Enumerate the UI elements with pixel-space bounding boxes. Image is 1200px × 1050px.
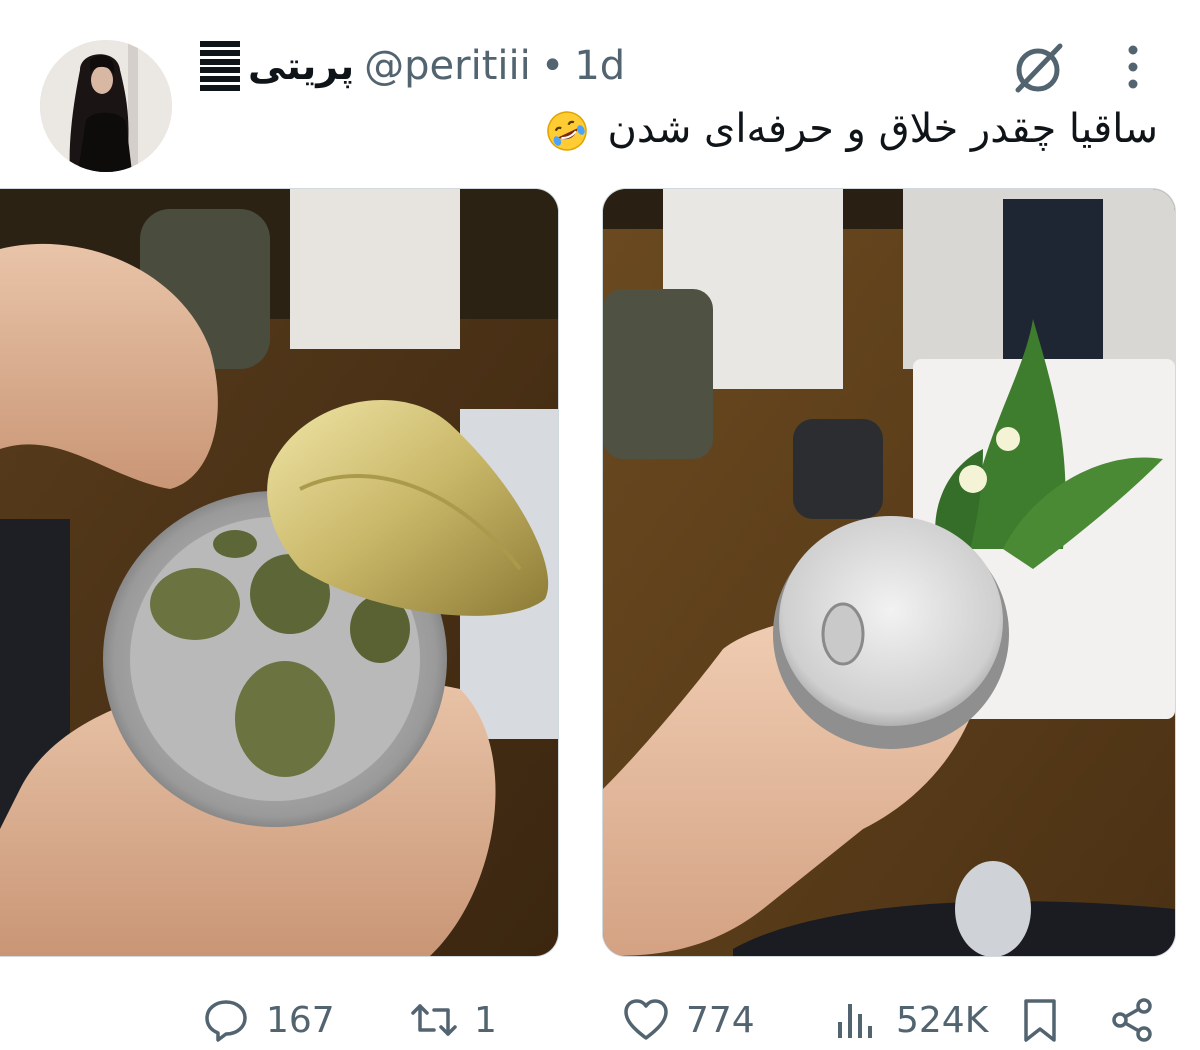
reply-count: 167: [266, 999, 335, 1041]
share-button[interactable]: [1108, 990, 1156, 1050]
reply-icon: [205, 1000, 247, 1042]
post-card[interactable]: پریتی @peritiii • 1d ساقیا چقدر خلاق و ح…: [0, 0, 1200, 1042]
like-button[interactable]: 774: [622, 990, 755, 1050]
more-options-icon[interactable]: [1116, 42, 1150, 92]
repost-icon: [411, 1004, 457, 1036]
repost-count: 1: [474, 999, 497, 1041]
name-decoration-icon: [200, 41, 240, 91]
reply-button[interactable]: 167: [202, 990, 335, 1050]
display-name[interactable]: پریتی: [248, 44, 354, 88]
bookmark-button[interactable]: [1016, 990, 1064, 1050]
post-header: پریتی @peritiii • 1d: [200, 36, 625, 96]
post-text-content: ساقیا چقدر خلاق و حرفه‌ای شدن: [607, 106, 1158, 152]
grok-icon[interactable]: [1008, 40, 1068, 96]
repost-button[interactable]: 1: [410, 990, 497, 1050]
separator-dot: •: [540, 43, 565, 89]
views-chart-icon: [838, 1004, 872, 1038]
bookmark-icon: [1024, 999, 1056, 1042]
avatar[interactable]: [40, 40, 172, 172]
user-handle[interactable]: @peritiii: [364, 43, 531, 89]
post-text: ساقیا چقدر خلاق و حرفه‌ای شدن: [545, 106, 1158, 153]
action-bar: 167 1 774 524K: [0, 990, 1200, 1050]
post-photo-1[interactable]: [0, 188, 559, 957]
views-count: 524K: [896, 999, 989, 1041]
post-photo-2[interactable]: [602, 188, 1176, 957]
heart-icon: [624, 999, 668, 1040]
like-count: 774: [686, 999, 755, 1041]
views-button[interactable]: 524K: [832, 990, 988, 1050]
laughing-emoji-icon: [546, 111, 587, 151]
share-icon: [1112, 998, 1152, 1042]
post-time[interactable]: 1d: [574, 43, 625, 89]
